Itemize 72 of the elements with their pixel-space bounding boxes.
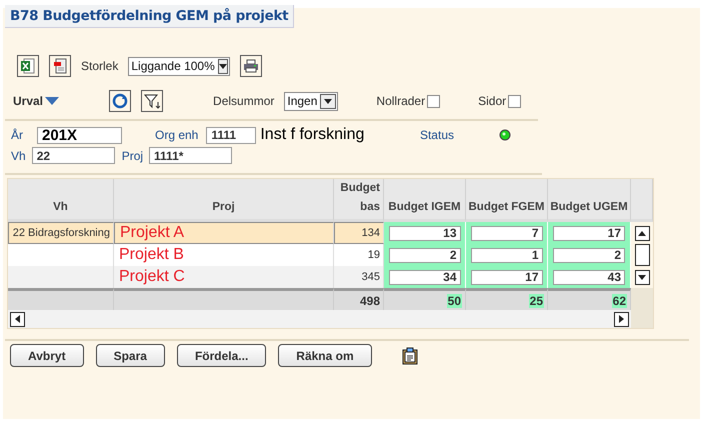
column-header: Budget bas	[334, 179, 384, 222]
budget-input[interactable]: 17	[470, 270, 542, 284]
total-value: 62	[612, 294, 627, 308]
scrollbar-thumb[interactable]	[634, 244, 650, 266]
scroll-up-button[interactable]	[634, 226, 650, 240]
total-value: 50	[446, 294, 462, 308]
checkbox[interactable]	[508, 94, 522, 108]
budget-input[interactable]: 17	[553, 226, 625, 240]
excel-export-icon[interactable]	[17, 55, 39, 77]
status-label: Status	[420, 128, 454, 142]
scroll-left-button[interactable]	[10, 312, 25, 326]
arrow-icon	[638, 230, 646, 236]
vh-label: Vh	[11, 148, 26, 162]
project-field[interactable]: 1111*	[149, 147, 232, 164]
action-button[interactable]: Räkna om	[278, 344, 372, 367]
action-button[interactable]: Spara	[96, 344, 165, 367]
caret-icon	[219, 64, 228, 68]
filter-icon[interactable]	[141, 90, 164, 112]
print-icon[interactable]	[240, 55, 262, 77]
column-header: Proj	[114, 179, 334, 222]
vh-field[interactable]: 22	[32, 147, 115, 164]
budget-input[interactable]: 2	[553, 248, 625, 262]
checkbox[interactable]	[427, 94, 440, 108]
checkbox-label: Nollrader	[376, 94, 426, 108]
table-cell: 345	[334, 266, 384, 288]
caret-icon	[324, 98, 332, 104]
budget-input[interactable]: 2	[388, 248, 460, 262]
pdf-export-icon[interactable]	[49, 55, 71, 77]
action-button[interactable]: Fördela...	[176, 344, 266, 367]
scrollbar-corner	[631, 310, 653, 328]
column-header: Budget IGEM	[384, 179, 466, 222]
clipboard-icon[interactable]	[402, 346, 418, 364]
caret-icon	[45, 97, 60, 105]
budget-input[interactable]: 7	[470, 226, 542, 240]
project-link[interactable]: Projekt A	[114, 222, 334, 244]
refresh-icon[interactable]	[109, 90, 132, 112]
column-header: Budget UGEM	[548, 179, 631, 222]
arrow-icon	[619, 315, 624, 323]
horizontal-scrollbar[interactable]	[8, 310, 631, 328]
table-cell: 134	[334, 222, 384, 244]
subtotal-select[interactable]: Ingen	[284, 92, 338, 110]
selection-toggle[interactable]: Urval	[13, 94, 60, 108]
total-cell: 498	[334, 288, 384, 310]
scroll-down-button[interactable]	[634, 270, 650, 284]
column-header: Vh	[8, 179, 114, 222]
org-unit-name: Inst f forskning	[260, 126, 364, 144]
header-cell	[631, 179, 653, 222]
column-header: Budget FGEM	[466, 179, 548, 222]
org-unit-label: Org enh	[155, 128, 198, 142]
project-link[interactable]: Projekt C	[114, 266, 334, 288]
action-button[interactable]: Avbryt	[10, 344, 84, 367]
subtotal-label: Delsummor	[213, 94, 274, 108]
budget-input[interactable]: 13	[388, 226, 460, 240]
size-label: Storlek	[81, 59, 118, 73]
project-link[interactable]: Projekt B	[114, 244, 334, 266]
budget-input[interactable]: 34	[388, 270, 460, 284]
year-label: År	[11, 128, 24, 142]
scrollbar-corner	[631, 288, 653, 310]
page-title: B78 Budgetfördelning GEM på projekt	[5, 5, 294, 28]
table-cell: 22 Bidragsforskning	[8, 222, 114, 244]
year-field[interactable]: 201X	[37, 126, 122, 144]
org-unit-field[interactable]: 1111	[206, 126, 256, 144]
table-cell: 19	[334, 244, 384, 266]
project-label: Proj	[122, 148, 144, 162]
checkbox-label: Sidor	[478, 94, 506, 108]
arrow-icon	[638, 274, 646, 280]
scroll-right-button[interactable]	[614, 312, 629, 326]
budget-input[interactable]: 1	[470, 248, 542, 262]
arrow-icon	[15, 315, 20, 323]
budget-input[interactable]: 43	[553, 270, 625, 284]
total-value: 25	[528, 294, 544, 308]
size-select[interactable]: Liggande 100%	[128, 56, 230, 76]
